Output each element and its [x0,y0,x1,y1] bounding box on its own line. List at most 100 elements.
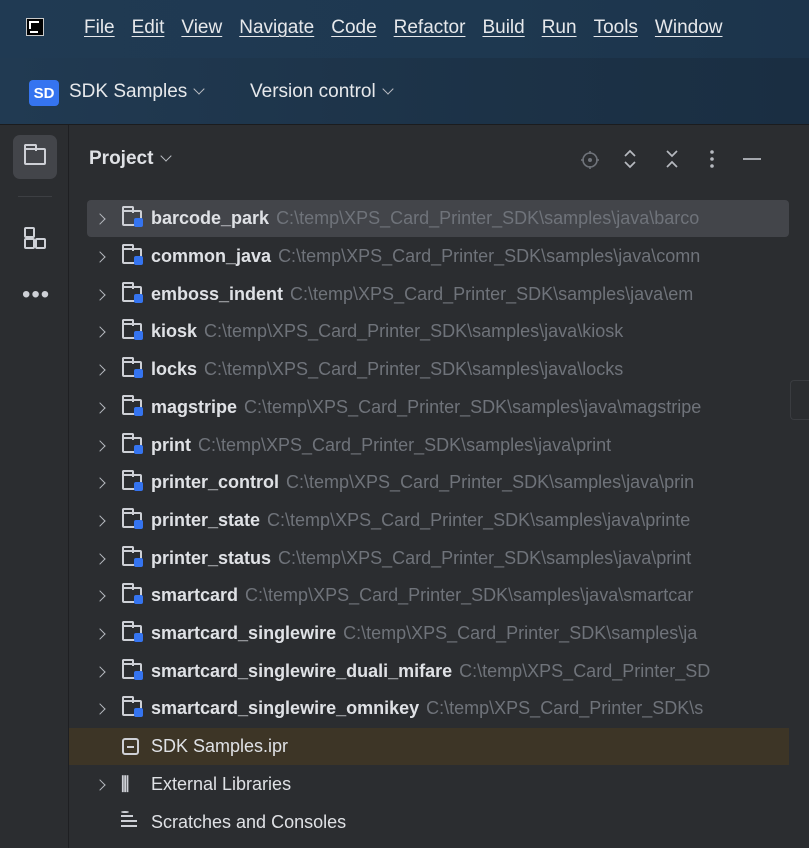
tree-module-row[interactable]: printer_status C:\temp\XPS_Card_Printer_S… [69,540,789,577]
expand-all-icon[interactable] [622,148,638,170]
module-folder-icon [122,206,143,227]
module-name: kiosk [151,321,198,341]
chevron-right-icon[interactable] [94,364,106,376]
project-name: SDK Samples [69,81,188,102]
main-menu: File Edit View Navigate Code Refactor Bu… [84,16,740,40]
menu-build[interactable]: Build [482,16,524,40]
collapse-all-icon[interactable] [664,148,680,170]
module-name: smartcard [151,585,239,605]
chevron-right-icon[interactable] [94,515,106,527]
module-name: printer_control [151,472,280,492]
module-name: magstripe [151,397,238,417]
menu-tools[interactable]: Tools [594,16,638,40]
scratches-icon [119,811,139,829]
chevron-right-icon[interactable] [94,590,106,602]
tree-external-libraries-row[interactable]: ⫼ External Libraries [69,766,789,803]
panel-title-label: Project [89,148,154,169]
tree-module-row[interactable]: print C:\temp\XPS_Card_Printer_SDK\sample… [69,427,789,464]
chevron-right-icon[interactable] [94,440,106,452]
module-folder-icon [122,508,143,529]
vcs-label: Version control [250,81,376,102]
module-name: printer_status [151,548,272,568]
module-folder-icon [122,319,143,340]
module-folder-icon [122,659,143,680]
chevron-right-icon[interactable] [94,289,106,301]
options-icon[interactable] [708,148,716,170]
module-path: C:\temp\XPS_Card_Printer_SDK\samples\jav… [198,435,612,455]
module-name: smartcard_singlewire_omnikey [151,698,420,718]
module-path: C:\temp\XPS_Card_Printer_SD [459,661,711,681]
module-path: C:\temp\XPS_Card_Printer_SDK\samples\jav… [276,208,700,228]
module-path: C:\temp\XPS_Card_Printer_SDK\samples\jav… [278,246,701,266]
chevron-right-icon[interactable] [94,326,106,338]
tree-module-row[interactable]: printer_control C:\temp\XPS_Card_Printer_… [69,464,789,501]
module-path: C:\temp\XPS_Card_Printer_SDK\samples\jav… [244,397,702,417]
module-name: print [151,435,191,455]
module-name: emboss_indent [151,284,284,304]
tree-module-row[interactable]: printer_state C:\temp\XPS_Card_Printer_SD… [69,502,789,539]
scrollbar[interactable] [790,380,809,420]
intellij-logo-icon[interactable] [26,18,44,36]
chevron-right-icon[interactable] [94,779,106,791]
module-path: C:\temp\XPS_Card_Printer_SDK\s [426,698,704,718]
chevron-right-icon[interactable] [94,553,106,565]
menu-edit[interactable]: Edit [132,16,165,40]
tree-ipr-file-row[interactable]: SDK Samples.ipr [69,728,789,765]
module-path: C:\temp\XPS_Card_Printer_SDK\samples\jav… [278,548,692,568]
chevron-right-icon[interactable] [94,666,106,678]
chevron-right-icon[interactable] [94,402,106,414]
chevron-right-icon[interactable] [94,703,106,715]
tree-module-row[interactable]: emboss_indent C:\temp\XPS_Card_Printer_SD… [69,276,789,313]
menu-run[interactable]: Run [542,16,577,40]
structure-icon[interactable] [24,227,46,249]
menu-bar: File Edit View Navigate Code Refactor Bu… [0,0,809,58]
menu-view[interactable]: View [181,16,222,40]
project-selector[interactable]: SDK Samples [69,81,205,103]
ipr-file-name: SDK Samples.ipr [151,736,289,756]
module-name: locks [151,359,198,379]
chevron-right-icon[interactable] [94,213,106,225]
module-name: barcode_park [151,208,270,228]
tree-module-row[interactable]: smartcard_singlewire C:\temp\XPS_Card_Pri… [69,615,789,652]
chevron-down-icon [193,83,205,95]
external-libraries-label: External Libraries [151,774,292,794]
menu-code[interactable]: Code [331,16,376,40]
tree-module-row[interactable]: magstripe C:\temp\XPS_Card_Printer_SDK\sa… [69,389,789,426]
module-folder-icon [122,395,143,416]
chevron-right-icon[interactable] [94,477,106,489]
tree-module-row[interactable]: smartcard C:\temp\XPS_Card_Printer_SDK\sa… [69,577,789,614]
tree-module-row[interactable]: smartcard_singlewire_omnikey C:\temp\XPS_… [69,690,789,727]
more-icon[interactable]: ••• [22,283,50,307]
tree-module-row[interactable]: locks C:\temp\XPS_Card_Printer_SDK\sample… [69,351,789,388]
menu-window[interactable]: Window [655,16,723,40]
tree-module-row[interactable]: kiosk C:\temp\XPS_Card_Printer_SDK\sample… [69,313,789,350]
module-folder-icon [122,357,143,378]
tree-module-row[interactable]: common_java C:\temp\XPS_Card_Printer_SDK\… [69,238,789,275]
module-name: smartcard_singlewire [151,623,337,643]
tree-scratches-row[interactable]: Scratches and Consoles [69,804,789,841]
locate-icon[interactable] [580,150,600,170]
module-name: smartcard_singlewire_duali_mifare [151,661,453,681]
panel-title[interactable]: Project [89,148,173,170]
menu-refactor[interactable]: Refactor [394,16,466,40]
module-folder-icon [122,621,143,642]
tree-module-row[interactable]: barcode_park C:\temp\XPS_Card_Printer_SDK… [87,200,789,237]
project-badge[interactable]: SD [29,80,59,106]
module-folder-icon [122,583,143,604]
vcs-selector[interactable]: Version control [250,81,394,103]
module-folder-icon [122,244,143,265]
strip-divider [18,196,52,197]
menu-file[interactable]: File [84,16,115,40]
module-folder-icon [122,696,143,717]
module-name: common_java [151,246,272,266]
module-path: C:\temp\XPS_Card_Printer_SDK\samples\jav… [267,510,691,530]
module-folder-icon [122,470,143,491]
project-file-icon [122,738,139,755]
module-path: C:\temp\XPS_Card_Printer_SDK\samples\jav… [204,359,624,379]
chevron-right-icon[interactable] [94,628,106,640]
folder-icon [24,144,46,165]
chevron-right-icon[interactable] [94,251,106,263]
tree-module-row[interactable]: smartcard_singlewire_duali_mifare C:\temp… [69,653,789,690]
menu-navigate[interactable]: Navigate [239,16,314,40]
hide-icon[interactable] [742,148,762,170]
